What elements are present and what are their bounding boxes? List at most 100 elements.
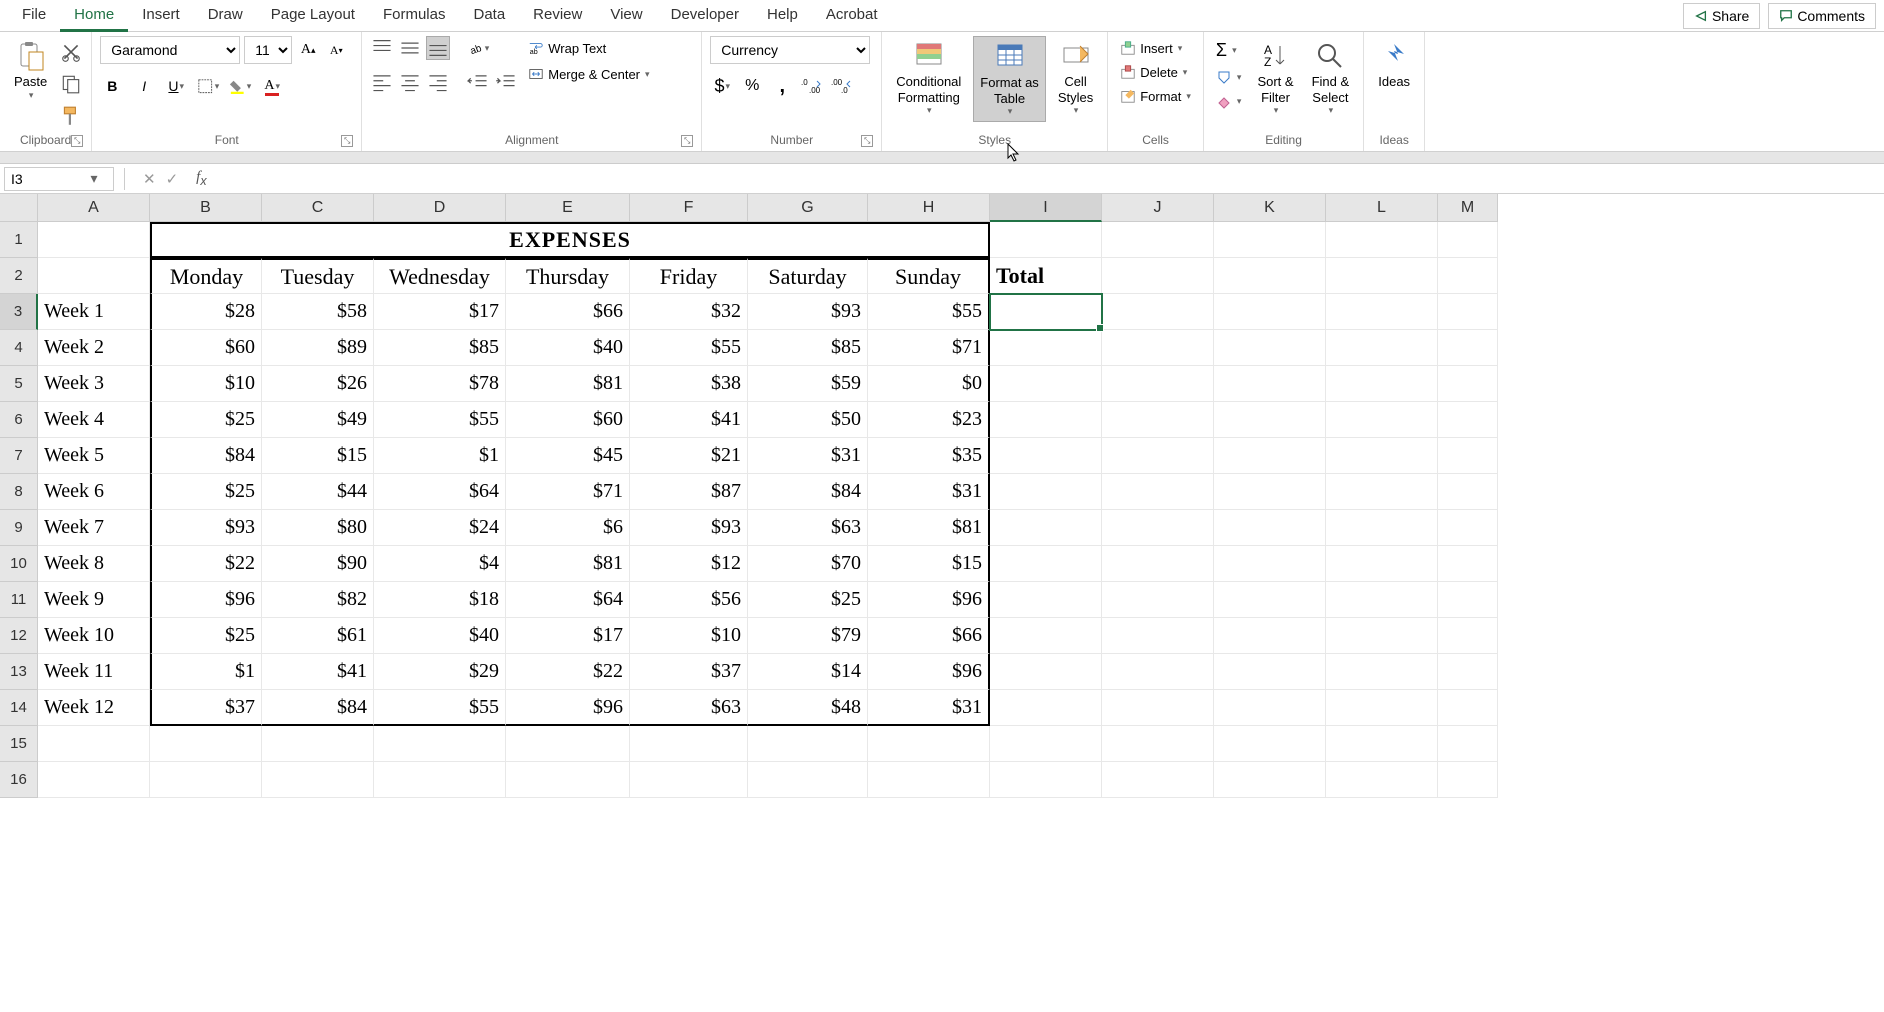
cell-L16[interactable] [1326, 762, 1438, 798]
cell-C10[interactable]: $90 [262, 546, 374, 582]
row-header-7[interactable]: 7 [0, 438, 38, 474]
cell-L3[interactable] [1326, 294, 1438, 330]
share-button[interactable]: Share [1683, 3, 1760, 29]
clear-button[interactable]: ▾ [1212, 91, 1246, 111]
cell-K4[interactable] [1214, 330, 1326, 366]
cell-styles-button[interactable]: Cell Styles▾ [1052, 36, 1099, 120]
cell-L11[interactable] [1326, 582, 1438, 618]
cell-J8[interactable] [1102, 474, 1214, 510]
cell-A3[interactable]: Week 1 [38, 294, 150, 330]
cell-A16[interactable] [38, 762, 150, 798]
row-header-3[interactable]: 3 [0, 294, 38, 330]
cell-J11[interactable] [1102, 582, 1214, 618]
cell-I7[interactable] [990, 438, 1102, 474]
cell-F11[interactable]: $56 [630, 582, 748, 618]
cell-H3[interactable]: $55 [868, 294, 990, 330]
cell-I12[interactable] [990, 618, 1102, 654]
cell-H6[interactable]: $23 [868, 402, 990, 438]
cell-D9[interactable]: $24 [374, 510, 506, 546]
cell-H4[interactable]: $71 [868, 330, 990, 366]
cell-D7[interactable]: $1 [374, 438, 506, 474]
cell-D4[interactable]: $85 [374, 330, 506, 366]
increase-font-button[interactable]: A▴ [296, 38, 320, 62]
comma-style-button[interactable]: , [770, 74, 794, 98]
spreadsheet-grid[interactable]: ABCDEFGHIJKLM 1EXPENSES2MondayTuesdayWed… [0, 194, 1884, 798]
find-select-button[interactable]: Find & Select▾ [1306, 36, 1356, 120]
cell-E10[interactable]: $81 [506, 546, 630, 582]
cell-C2[interactable]: Tuesday [262, 258, 374, 294]
column-header-G[interactable]: G [748, 194, 868, 222]
alignment-launcher[interactable]: ⤡ [681, 135, 693, 147]
cell-K3[interactable] [1214, 294, 1326, 330]
cell-K8[interactable] [1214, 474, 1326, 510]
cell-L5[interactable] [1326, 366, 1438, 402]
cell-C7[interactable]: $15 [262, 438, 374, 474]
cell-M15[interactable] [1438, 726, 1498, 762]
insert-cells-button[interactable]: Insert▾ [1116, 38, 1195, 58]
cell-A14[interactable]: Week 12 [38, 690, 150, 726]
cell-L14[interactable] [1326, 690, 1438, 726]
cell-L7[interactable] [1326, 438, 1438, 474]
fill-color-button[interactable]: ▾ [228, 74, 252, 98]
column-header-L[interactable]: L [1326, 194, 1438, 222]
menu-tab-formulas[interactable]: Formulas [369, 0, 460, 32]
cell-I13[interactable] [990, 654, 1102, 690]
cell-E2[interactable]: Thursday [506, 258, 630, 294]
cell-M3[interactable] [1438, 294, 1498, 330]
name-box[interactable]: ▾ [4, 167, 114, 191]
decrease-decimal-button[interactable]: .00.0 [830, 74, 854, 98]
cell-A9[interactable]: Week 7 [38, 510, 150, 546]
cell-C15[interactable] [262, 726, 374, 762]
ideas-button[interactable]: Ideas [1372, 36, 1416, 94]
cell-I14[interactable] [990, 690, 1102, 726]
cell-F8[interactable]: $87 [630, 474, 748, 510]
autosum-button[interactable]: Σ▾ [1212, 38, 1246, 63]
row-header-12[interactable]: 12 [0, 618, 38, 654]
cell-E9[interactable]: $6 [506, 510, 630, 546]
cell-I10[interactable] [990, 546, 1102, 582]
cell-E4[interactable]: $40 [506, 330, 630, 366]
cell-C5[interactable]: $26 [262, 366, 374, 402]
row-header-9[interactable]: 9 [0, 510, 38, 546]
cell-M2[interactable] [1438, 258, 1498, 294]
decrease-indent-button[interactable] [466, 70, 490, 94]
cell-I1[interactable] [990, 222, 1102, 258]
row-header-1[interactable]: 1 [0, 222, 38, 258]
cell-M6[interactable] [1438, 402, 1498, 438]
borders-button[interactable]: ▾ [196, 74, 220, 98]
cell-J10[interactable] [1102, 546, 1214, 582]
cut-button[interactable] [59, 40, 83, 64]
cell-L15[interactable] [1326, 726, 1438, 762]
cell-I5[interactable] [990, 366, 1102, 402]
cell-B13[interactable]: $1 [150, 654, 262, 690]
cell-M4[interactable] [1438, 330, 1498, 366]
cell-F9[interactable]: $93 [630, 510, 748, 546]
cell-D2[interactable]: Wednesday [374, 258, 506, 294]
number-launcher[interactable]: ⤡ [861, 135, 873, 147]
cell-L13[interactable] [1326, 654, 1438, 690]
cell-K10[interactable] [1214, 546, 1326, 582]
column-header-E[interactable]: E [506, 194, 630, 222]
cell-J6[interactable] [1102, 402, 1214, 438]
column-header-H[interactable]: H [868, 194, 990, 222]
cell-J14[interactable] [1102, 690, 1214, 726]
cell-L12[interactable] [1326, 618, 1438, 654]
font-name-combo[interactable]: Garamond [100, 36, 240, 64]
cell-G10[interactable]: $70 [748, 546, 868, 582]
cell-H13[interactable]: $96 [868, 654, 990, 690]
cell-E6[interactable]: $60 [506, 402, 630, 438]
cell-A10[interactable]: Week 8 [38, 546, 150, 582]
cell-G14[interactable]: $48 [748, 690, 868, 726]
cell-F6[interactable]: $41 [630, 402, 748, 438]
cell-C8[interactable]: $44 [262, 474, 374, 510]
cell-B15[interactable] [150, 726, 262, 762]
cell-L2[interactable] [1326, 258, 1438, 294]
cell-A12[interactable]: Week 10 [38, 618, 150, 654]
cell-I8[interactable] [990, 474, 1102, 510]
cell-A2[interactable] [38, 258, 150, 294]
cell-M16[interactable] [1438, 762, 1498, 798]
cell-G4[interactable]: $85 [748, 330, 868, 366]
cell-G16[interactable] [748, 762, 868, 798]
cell-H14[interactable]: $31 [868, 690, 990, 726]
cell-L8[interactable] [1326, 474, 1438, 510]
